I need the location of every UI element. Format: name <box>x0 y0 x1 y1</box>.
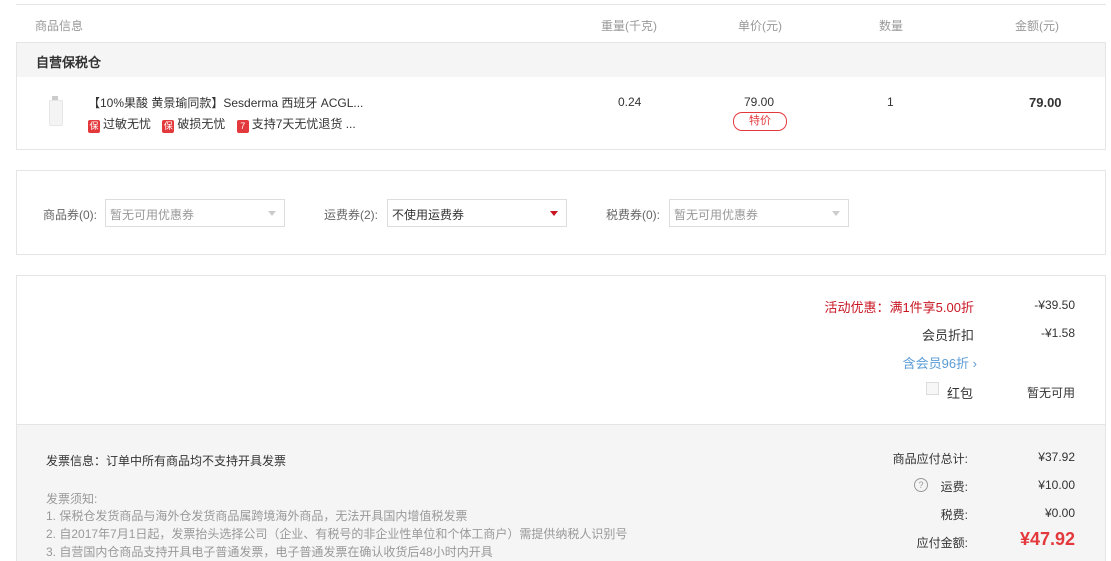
help-circle-icon[interactable]: ? <box>914 478 928 492</box>
goods-total-value: ¥37.92 <box>1038 450 1075 464</box>
tax-coupon-select[interactable]: 暂无可用优惠券 <box>669 199 849 227</box>
shipping-coupon-select[interactable]: 不使用运费券 <box>387 199 567 227</box>
header-product-info: 商品信息 <box>35 19 84 33</box>
service-tag-damage[interactable]: 保破损无忧 <box>162 117 225 133</box>
shipping-fee-label: 运费: <box>940 480 968 494</box>
invoice-notice-title: 发票须知: <box>46 492 98 506</box>
tax-fee-value: ¥0.00 <box>1044 506 1075 520</box>
guarantee-icon: 保 <box>88 120 100 133</box>
member-discount-link[interactable]: 含会员96折 › <box>903 353 977 372</box>
special-price-badge: 特价 <box>733 112 787 131</box>
product-amount: 79.00 <box>1029 95 1062 110</box>
invoice-note-3: 3. 自营国内仓商品支持开具电子普通发票，电子普通发票在确认收货后48小时内开具 <box>46 545 493 559</box>
activity-discount-value: -¥39.50 <box>1034 298 1075 312</box>
header-weight: 重量(千克) <box>601 19 657 33</box>
payable-value: ¥47.92 <box>1019 529 1075 549</box>
goods-coupon-label: 商品券(0): <box>43 208 98 222</box>
goods-coupon-select[interactable]: 暂无可用优惠券 <box>105 199 285 227</box>
red-packet-label: 红包 <box>947 386 974 401</box>
service-tag-allergy[interactable]: 保过敏无忧 <box>88 117 151 133</box>
chevron-down-icon <box>550 211 558 216</box>
tax-fee-label: 税费: <box>940 508 968 522</box>
product-thumbnail[interactable] <box>46 96 66 126</box>
goods-total-label: 商品应付总计: <box>892 452 968 466</box>
service-tags: 保过敏无忧 保破损无忧 7 支持7天无忧退货 ... <box>88 115 356 133</box>
member-discount-value: -¥1.58 <box>1040 326 1075 340</box>
shipping-fee-value: ¥10.00 <box>1038 478 1075 492</box>
warehouse-name: 自营保税仓 <box>36 55 102 70</box>
chevron-down-icon <box>268 211 276 216</box>
seven-day-return-icon: 7 <box>236 120 249 133</box>
product-price: 79.00 <box>744 95 775 109</box>
invoice-info: 发票信息：订单中所有商品均不支持开具发票 <box>46 454 287 468</box>
red-packet-value: 暂无可用 <box>1026 386 1075 400</box>
product-weight: 0.24 <box>618 95 642 109</box>
header-unit-price: 单价(元) <box>738 19 782 33</box>
warehouse-bar <box>17 43 1105 77</box>
shipping-coupon-label: 运费券(2): <box>324 208 379 222</box>
payable-label: 应付金额: <box>916 536 968 550</box>
activity-discount-label: 活动优惠：满1件享5.00折 <box>824 300 974 315</box>
tax-coupon-label: 税费券(0): <box>606 208 661 222</box>
invoice-note-2: 2. 自2017年7月1日起，发票抬头选择公司（企业、有税号的非企业性单位和个体… <box>46 527 628 541</box>
product-quantity: 1 <box>887 95 894 109</box>
product-title[interactable]: 【10%果酸 黄景瑜同款】Sesderma 西班牙 ACGL... <box>88 94 363 111</box>
guarantee-icon: 保 <box>162 120 175 133</box>
header-amount: 金额(元) <box>1015 19 1059 33</box>
chevron-down-icon <box>832 211 840 216</box>
invoice-note-1: 1. 保税仓发货商品与海外仓发货商品属跨境海外商品，无法开具国内增值税发票 <box>46 509 468 523</box>
member-discount-label: 会员折扣 <box>921 328 974 343</box>
service-tag-return[interactable]: 7 支持7天无忧退货 ... <box>236 117 356 133</box>
table-header <box>16 4 1106 42</box>
red-packet-checkbox[interactable] <box>926 382 939 395</box>
header-quantity: 数量 <box>879 19 904 33</box>
